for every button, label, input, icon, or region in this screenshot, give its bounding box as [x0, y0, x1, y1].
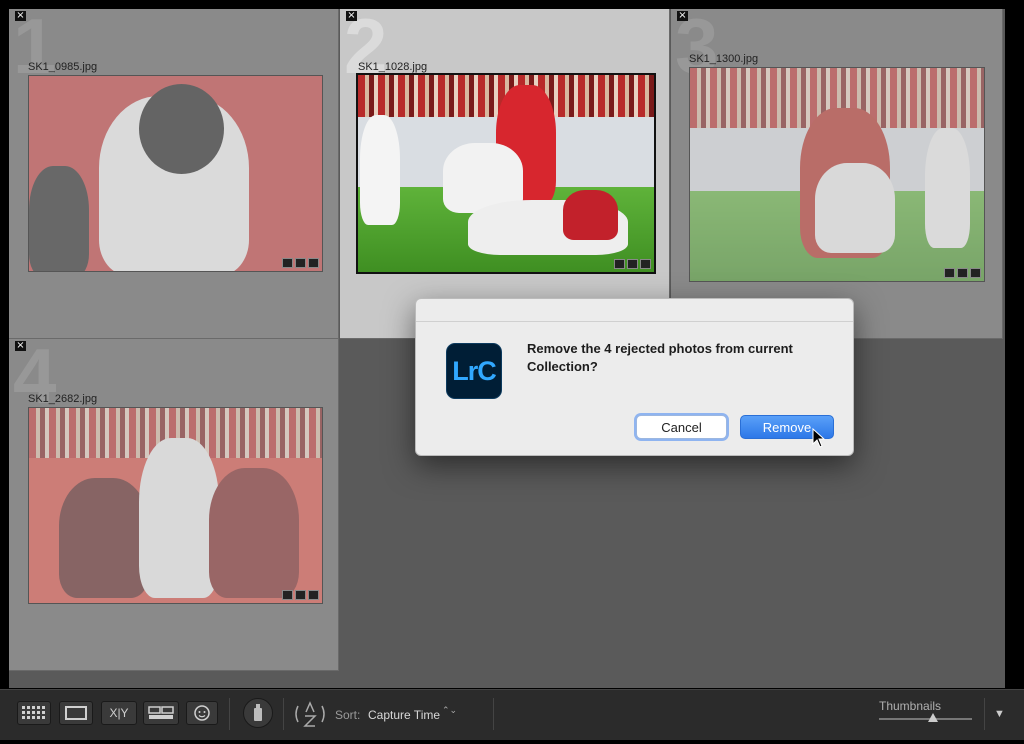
develop-badge-icon[interactable]	[308, 590, 319, 600]
grid-view-icon	[22, 706, 45, 719]
reject-dim-overlay	[29, 76, 322, 271]
painter-button[interactable]	[243, 698, 273, 728]
sort-direction-button[interactable]	[293, 700, 327, 733]
face-icon	[194, 705, 210, 721]
remove-photos-dialog: LrC Remove the 4 rejected photos from cu…	[415, 298, 854, 456]
thumbnail-slider-handle[interactable]	[927, 713, 938, 722]
lightroom-classic-logo: LrC	[446, 343, 502, 399]
reject-flag-icon[interactable]: ×	[677, 11, 688, 21]
lightroom-window: 1 × SK1_0985.jpg 2 × SK1_1028.jpg 3 × SK…	[0, 0, 1024, 744]
grid-cell[interactable]: 3 × SK1_1300.jpg	[671, 9, 1003, 339]
develop-badge-icon[interactable]	[640, 259, 651, 269]
reject-dim-overlay	[690, 68, 984, 281]
filename-label: SK1_0985.jpg	[28, 61, 98, 73]
reject-flag-icon[interactable]: ×	[15, 11, 26, 21]
thumbnail-badges	[282, 590, 319, 600]
filename-label: SK1_1028.jpg	[358, 61, 428, 73]
comment-badge-icon[interactable]	[614, 259, 625, 269]
loupe-view-icon	[65, 706, 87, 720]
survey-view-icon	[148, 706, 174, 719]
photo-thumbnail[interactable]	[28, 75, 323, 272]
toolbar-menu-icon[interactable]: ▼	[994, 708, 1005, 720]
toolbar-divider	[984, 698, 985, 730]
toolbar-divider	[229, 698, 230, 730]
toolbar-divider	[493, 698, 494, 730]
sort-dropdown[interactable]: Capture Time	[368, 708, 440, 722]
dialog-titlebar	[416, 299, 853, 322]
photo-thumbnail[interactable]	[356, 73, 656, 274]
photo-thumbnail[interactable]	[689, 67, 985, 282]
grid-cell[interactable]: 1 × SK1_0985.jpg	[9, 9, 339, 339]
collection-badge-icon[interactable]	[295, 258, 306, 268]
library-toolbar: X|Y Sort: Capture Time ⌃⌄ Thumbnails ▼	[0, 689, 1024, 740]
player-shape	[563, 190, 618, 240]
loupe-view-button[interactable]	[59, 701, 93, 725]
player-shape	[360, 115, 400, 225]
grid-view-button[interactable]	[17, 701, 51, 725]
sort-az-icon	[295, 701, 325, 727]
thumbnail-badges	[614, 259, 651, 269]
grid-cell-selected[interactable]: 2 × SK1_1028.jpg	[340, 9, 670, 339]
collection-badge-icon[interactable]	[957, 268, 968, 278]
reject-flag-icon[interactable]: ×	[346, 11, 357, 21]
grid-cell[interactable]: 4 × SK1_2682.jpg	[9, 332, 339, 671]
thumbnails-label: Thumbnails	[879, 699, 942, 713]
comment-badge-icon[interactable]	[282, 590, 293, 600]
collection-badge-icon[interactable]	[627, 259, 638, 269]
mouse-cursor-icon	[812, 428, 826, 448]
thumbnail-badges	[944, 268, 981, 278]
filename-label: SK1_1300.jpg	[689, 53, 759, 65]
sort-chevron-icon[interactable]: ⌃⌄	[442, 706, 457, 715]
dialog-message: Remove the 4 rejected photos from curren…	[527, 341, 793, 374]
reject-dim-overlay	[29, 408, 322, 603]
spray-can-icon	[254, 704, 262, 721]
toolbar-divider	[283, 698, 284, 730]
collection-badge-icon[interactable]	[295, 590, 306, 600]
comment-badge-icon[interactable]	[944, 268, 955, 278]
develop-badge-icon[interactable]	[308, 258, 319, 268]
reject-flag-icon[interactable]: ×	[15, 341, 26, 351]
survey-view-button[interactable]	[143, 701, 179, 725]
thumbnail-size-slider[interactable]	[879, 713, 972, 722]
sort-label: Sort:	[335, 708, 361, 722]
photo-thumbnail[interactable]	[28, 407, 323, 604]
thumbnail-badges	[282, 258, 319, 268]
compare-view-button[interactable]: X|Y	[101, 701, 137, 725]
logo-text: LrC	[452, 355, 496, 386]
people-view-button[interactable]	[186, 701, 218, 725]
filename-label: SK1_2682.jpg	[28, 393, 98, 405]
develop-badge-icon[interactable]	[970, 268, 981, 278]
cancel-button[interactable]: Cancel	[636, 415, 727, 439]
comment-badge-icon[interactable]	[282, 258, 293, 268]
